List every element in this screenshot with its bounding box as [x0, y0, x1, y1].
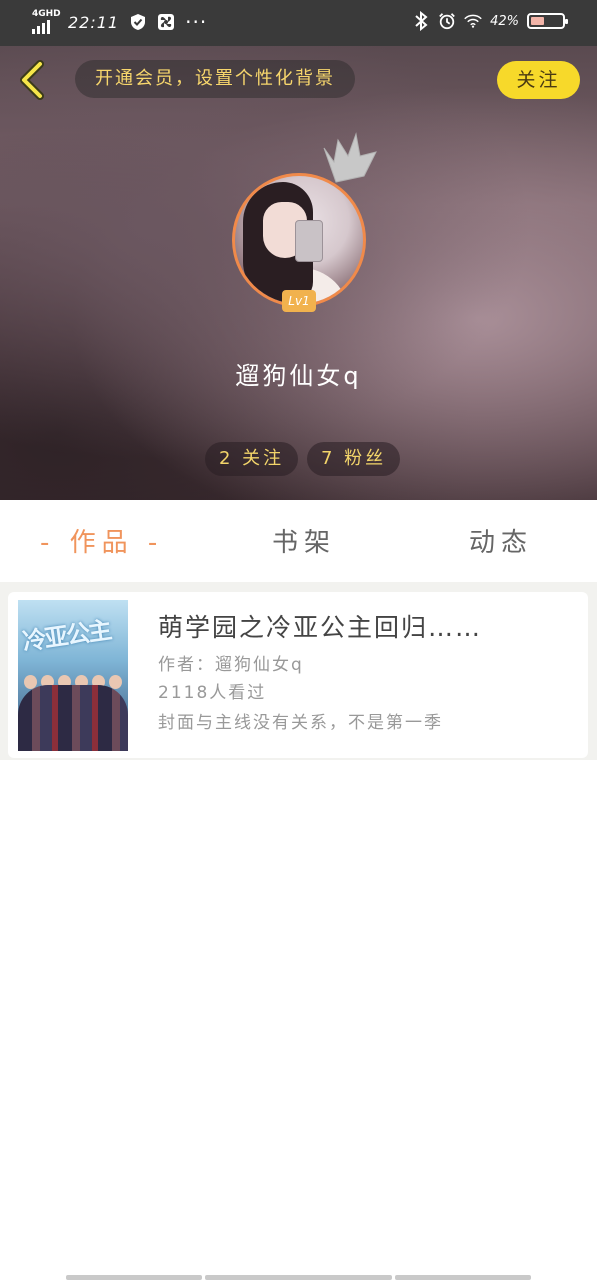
divider: [0, 582, 597, 592]
avatar-image: [232, 173, 366, 307]
book-cover: 冷亚公主: [18, 600, 128, 751]
book-views: 2118人看过: [158, 683, 267, 703]
book-author: 作者：遛狗仙女q: [158, 655, 304, 675]
shield-icon: [129, 13, 147, 31]
back-button[interactable]: [16, 60, 50, 100]
vip-background-banner[interactable]: 开通会员，设置个性化背景: [75, 60, 355, 98]
following-count[interactable]: 2 关注: [205, 442, 299, 476]
book-card[interactable]: 冷亚公主 萌学园之冷亚公主回归…… 作者：遛狗仙女q 2118人看过 封面与主线…: [8, 592, 588, 758]
tab-bar: - 作品 - 书架 动态: [0, 500, 597, 582]
follow-button[interactable]: 关注: [497, 61, 580, 99]
tab-works[interactable]: - 作品 -: [40, 522, 163, 559]
book-cover-title: 冷亚公主: [20, 615, 112, 656]
works-list: 冷亚公主 萌学园之冷亚公主回归…… 作者：遛狗仙女q 2118人看过 封面与主线…: [0, 592, 597, 760]
battery-icon: [527, 13, 568, 29]
tab-activity[interactable]: 动态: [469, 522, 533, 559]
username: 遛狗仙女q: [235, 362, 362, 390]
more-notifications-icon: ···: [185, 10, 208, 34]
followers-count[interactable]: 7 粉丝: [307, 442, 401, 476]
nav-gesture-left[interactable]: [66, 1275, 202, 1280]
clock: 22:11: [68, 12, 120, 32]
book-description: 封面与主线没有关系，不是第一季: [158, 713, 443, 733]
book-title: 萌学园之冷亚公主回归……: [158, 613, 483, 642]
tab-bookshelf[interactable]: 书架: [272, 522, 336, 559]
cellular-signal-icon: 4GHD: [32, 10, 61, 34]
nav-gesture-right[interactable]: [395, 1275, 531, 1280]
avatar[interactable]: [232, 173, 366, 307]
status-bar: 4GHD 22:11 ··· 42%: [0, 0, 597, 46]
battery-percent: 42%: [490, 13, 519, 29]
alarm-icon: [438, 12, 456, 30]
nav-gesture-home[interactable]: [205, 1275, 392, 1280]
level-badge: Lv1: [282, 290, 316, 312]
chevron-left-icon: [20, 60, 44, 100]
profile-header: 开通会员，设置个性化背景 关注 Lv1 遛狗仙女q 2 关注 7 粉丝: [0, 46, 597, 500]
fan-icon: [157, 13, 175, 31]
wifi-icon: [464, 12, 482, 30]
bluetooth-icon: [412, 11, 430, 31]
